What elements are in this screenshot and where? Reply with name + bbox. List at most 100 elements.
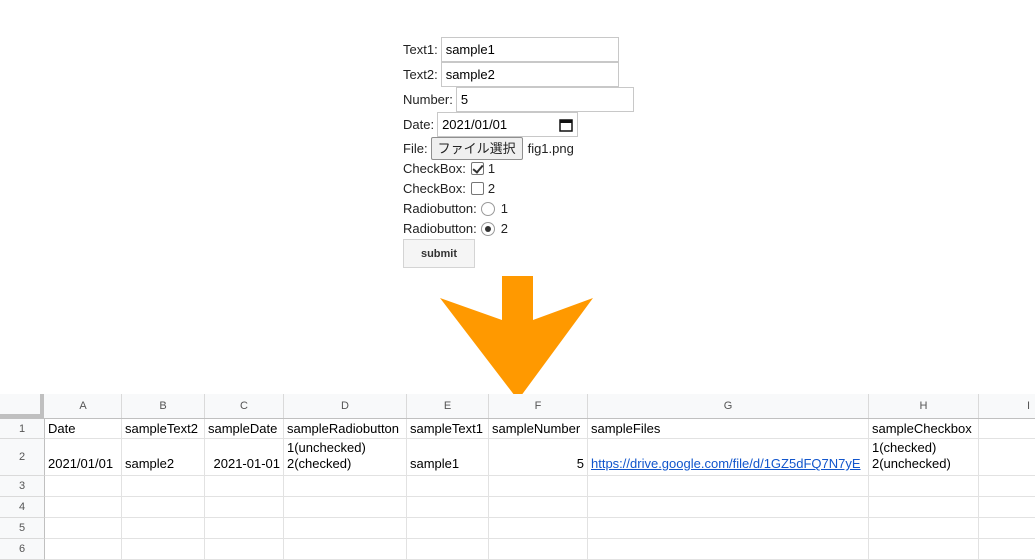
cell-empty[interactable]: [45, 539, 122, 560]
calendar-icon[interactable]: [559, 118, 573, 132]
row-header-1[interactable]: 1: [0, 419, 45, 439]
cell-d2[interactable]: 1(unchecked) 2(checked): [284, 439, 407, 476]
cell-e1[interactable]: sampleText1: [407, 419, 489, 439]
cell-empty[interactable]: [205, 497, 284, 518]
submit-button[interactable]: submit: [403, 239, 475, 268]
cell-i2[interactable]: [979, 439, 1035, 476]
cell-empty[interactable]: [205, 539, 284, 560]
cell-h2[interactable]: 1(checked) 2(unchecked): [869, 439, 979, 476]
radio1-row: Radiobutton: 1: [403, 201, 508, 216]
cell-a1[interactable]: Date: [45, 419, 122, 439]
file-select-button[interactable]: ファイル選択: [430, 137, 523, 160]
checkbox1[interactable]: [470, 162, 484, 175]
cell-c2[interactable]: 2021-01-01: [205, 439, 284, 476]
radio2[interactable]: [480, 221, 495, 236]
text1-input[interactable]: sample1: [440, 37, 619, 62]
row-header-5[interactable]: 5: [0, 518, 45, 539]
row-header-3[interactable]: 3: [0, 476, 45, 497]
cell-d1[interactable]: sampleRadiobutton: [284, 419, 407, 439]
cell-empty[interactable]: [284, 539, 407, 560]
cell-empty[interactable]: [979, 497, 1035, 518]
cell-empty[interactable]: [284, 476, 407, 497]
cell-empty[interactable]: [407, 518, 489, 539]
cell-empty[interactable]: [122, 518, 205, 539]
column-header-c[interactable]: C: [205, 394, 284, 418]
cell-empty[interactable]: [45, 476, 122, 497]
file-label: File:: [403, 141, 428, 156]
row-header-6[interactable]: 6: [0, 539, 45, 560]
cell-a2[interactable]: 2021/01/01: [45, 439, 122, 476]
cell-empty[interactable]: [122, 476, 205, 497]
cell-h1[interactable]: sampleCheckbox: [869, 419, 979, 439]
cell-empty[interactable]: [284, 518, 407, 539]
column-header-b[interactable]: B: [122, 394, 205, 418]
radio2-row: Radiobutton: 2: [403, 221, 508, 236]
checkbox2-value: 2: [487, 181, 496, 196]
text2-label: Text2:: [403, 67, 438, 82]
cell-empty[interactable]: [122, 497, 205, 518]
cell-b2[interactable]: sample2: [122, 439, 205, 476]
cell-empty[interactable]: [407, 539, 489, 560]
radio-selected-dot: [484, 225, 491, 232]
cell-empty[interactable]: [979, 518, 1035, 539]
cell-empty[interactable]: [489, 518, 588, 539]
column-header-h[interactable]: H: [869, 394, 979, 418]
cell-empty[interactable]: [588, 476, 869, 497]
column-header-bar: A B C D E F G H I: [0, 394, 1035, 419]
checkbox2-row: CheckBox: 2: [403, 181, 495, 196]
date-input[interactable]: 2021/01/01: [437, 112, 579, 137]
cell-empty[interactable]: [205, 476, 284, 497]
cell-empty[interactable]: [45, 518, 122, 539]
file-row: File: ファイル選択 fig1.png: [403, 137, 574, 160]
radio1[interactable]: [480, 201, 495, 216]
select-all-corner[interactable]: [0, 394, 44, 418]
cell-empty[interactable]: [489, 539, 588, 560]
cell-empty[interactable]: [588, 518, 869, 539]
column-header-d[interactable]: D: [284, 394, 407, 418]
cell-empty[interactable]: [869, 497, 979, 518]
number-input[interactable]: 5: [455, 87, 634, 112]
checkmark-icon: [472, 162, 484, 174]
cell-c1[interactable]: sampleDate: [205, 419, 284, 439]
cell-i1[interactable]: [979, 419, 1035, 439]
cell-empty[interactable]: [489, 476, 588, 497]
cell-empty[interactable]: [407, 497, 489, 518]
drive-file-link[interactable]: https://drive.google.com/file/d/1GZ5dFQ7…: [591, 456, 861, 472]
cell-f2[interactable]: 5: [489, 439, 588, 476]
cell-empty[interactable]: [489, 497, 588, 518]
cell-empty[interactable]: [869, 476, 979, 497]
column-header-a[interactable]: A: [45, 394, 122, 418]
radio2-value: 2: [500, 221, 508, 236]
cell-empty[interactable]: [588, 539, 869, 560]
cell-empty[interactable]: [407, 476, 489, 497]
cell-empty[interactable]: [284, 497, 407, 518]
file-name: fig1.png: [527, 141, 574, 156]
cell-empty[interactable]: [979, 476, 1035, 497]
checkbox1-row: CheckBox: 1: [403, 161, 495, 176]
cell-f1[interactable]: sampleNumber: [489, 419, 588, 439]
cell-g1[interactable]: sampleFiles: [588, 419, 869, 439]
column-header-e[interactable]: E: [407, 394, 489, 418]
column-header-i[interactable]: I: [979, 394, 1035, 418]
cell-empty[interactable]: [588, 497, 869, 518]
column-header-g[interactable]: G: [588, 394, 869, 418]
cell-g2[interactable]: https://drive.google.com/file/d/1GZ5dFQ7…: [588, 439, 869, 476]
date-value: 2021/01/01: [442, 117, 508, 132]
cell-e2[interactable]: sample1: [407, 439, 489, 476]
cell-b1[interactable]: sampleText2: [122, 419, 205, 439]
cell-empty[interactable]: [122, 539, 205, 560]
row-header-2[interactable]: 2: [0, 439, 45, 476]
cell-empty[interactable]: [979, 539, 1035, 560]
cell-empty[interactable]: [45, 497, 122, 518]
cell-empty[interactable]: [869, 518, 979, 539]
radio1-label: Radiobutton:: [403, 201, 477, 216]
number-row: Number: 5: [403, 87, 634, 112]
cell-empty[interactable]: [205, 518, 284, 539]
checkbox2[interactable]: [470, 182, 484, 195]
cell-empty[interactable]: [869, 539, 979, 560]
radio2-label: Radiobutton:: [403, 221, 477, 236]
row-header-4[interactable]: 4: [0, 497, 45, 518]
number-label: Number:: [403, 92, 453, 107]
column-header-f[interactable]: F: [489, 394, 588, 418]
text2-input[interactable]: sample2: [440, 62, 619, 87]
